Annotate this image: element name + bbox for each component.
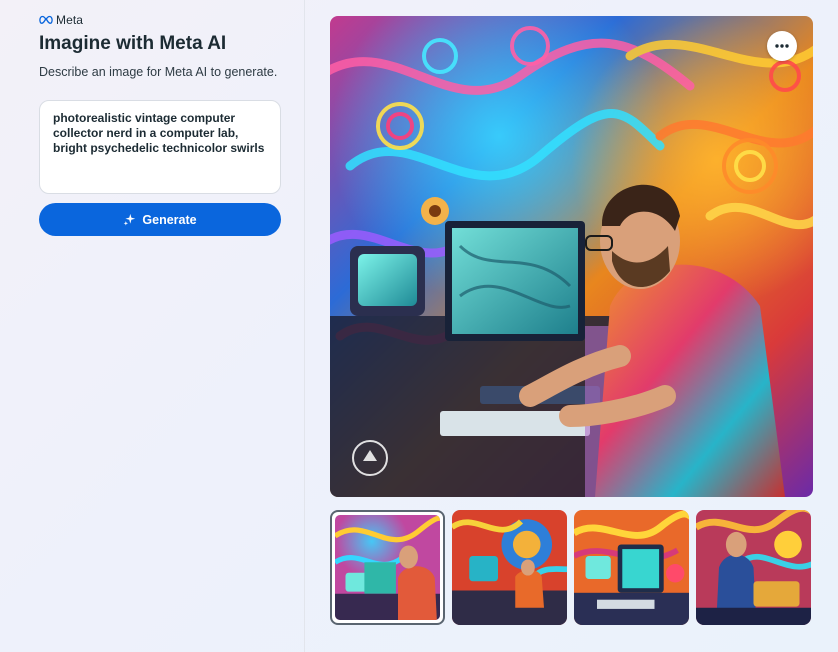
thumbnail-2-art <box>452 510 567 625</box>
sparkle-icon <box>124 213 136 226</box>
more-horizontal-icon <box>775 44 789 48</box>
left-panel: Meta Imagine with Meta AI Describe an im… <box>0 0 305 652</box>
meta-brand[interactable]: Meta <box>39 13 83 27</box>
page-subtitle: Describe an image for Meta AI to generat… <box>39 65 278 79</box>
thumbnail-1[interactable] <box>330 510 445 625</box>
brand-name: Meta <box>56 13 84 27</box>
page-title: Imagine with Meta AI <box>39 33 227 54</box>
more-options-button[interactable] <box>767 31 797 61</box>
thumbnail-2[interactable] <box>452 510 567 625</box>
thumbnail-4[interactable] <box>696 510 811 625</box>
thumbnail-1-art <box>335 515 440 620</box>
prompt-input[interactable]: photorealistic vintage computer collecto… <box>39 100 281 194</box>
generated-image-main[interactable] <box>330 16 813 497</box>
thumbnail-4-art <box>696 510 811 625</box>
meta-infinity-icon <box>39 15 53 24</box>
thumbnail-3[interactable] <box>574 510 689 625</box>
generate-button[interactable]: Generate <box>39 203 281 236</box>
thumbnail-3-art <box>574 510 689 625</box>
generate-button-label: Generate <box>142 212 197 227</box>
main-image-art <box>330 16 813 497</box>
